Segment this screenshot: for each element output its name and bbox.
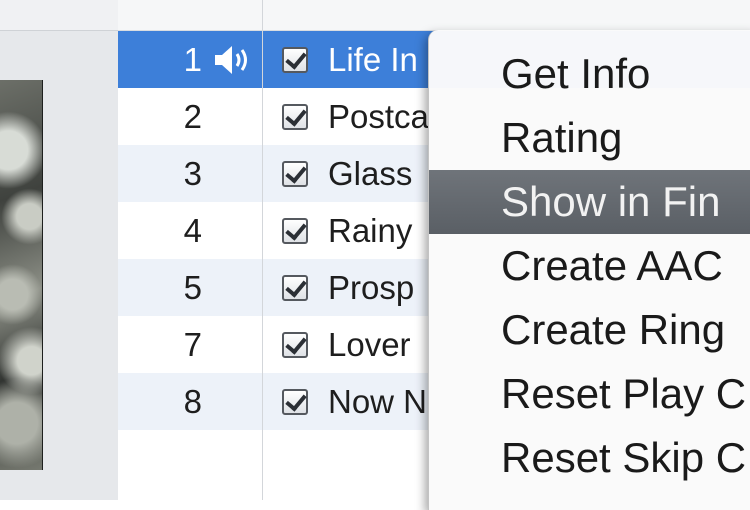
speaker-icon: [215, 45, 247, 74]
track-number: 3: [183, 154, 202, 192]
checkbox-icon[interactable]: [282, 160, 308, 187]
checkbox-icon[interactable]: [282, 274, 308, 301]
menu-item-create-aac[interactable]: Create AAC: [429, 234, 750, 298]
menu-item-label: Reset Play C: [501, 370, 747, 417]
menu-item-label: Show in Fin: [501, 178, 721, 225]
track-number: 4: [183, 211, 202, 249]
track-title: Lover: [328, 325, 411, 363]
menu-item-label: Create AAC: [501, 242, 723, 289]
menu-item-rating[interactable]: Rating: [429, 106, 750, 170]
checkbox-icon[interactable]: [282, 331, 308, 358]
track-number: 2: [183, 97, 202, 135]
track-title: Prosp: [328, 268, 415, 306]
checkbox-icon[interactable]: [282, 46, 308, 73]
track-title: Life In: [328, 40, 418, 78]
context-menu: Get Info Rating Show in Fin Create AAC C…: [428, 30, 750, 510]
column-divider: [262, 0, 263, 500]
track-title: Postca: [328, 97, 429, 135]
checkbox-icon[interactable]: [282, 103, 308, 130]
track-number: 5: [183, 268, 202, 306]
track-number: 7: [183, 325, 202, 363]
menu-item-label: Rating: [501, 114, 623, 161]
menu-item-create-ringtone[interactable]: Create Ring: [429, 298, 750, 362]
menu-item-label: Create Ring: [501, 306, 726, 353]
track-number: 1: [183, 40, 202, 78]
menu-item-reset-play-count[interactable]: Reset Play C: [429, 362, 750, 426]
track-list-header[interactable]: [118, 0, 750, 31]
menu-item-get-info[interactable]: Get Info: [429, 42, 750, 106]
track-number: 8: [183, 382, 202, 420]
checkbox-icon[interactable]: [282, 388, 308, 415]
album-artwork[interactable]: [0, 80, 43, 470]
track-title: Rainy: [328, 211, 413, 249]
menu-item-label: Reset Skip C: [501, 434, 747, 481]
track-title: Now N: [328, 382, 428, 420]
checkbox-icon[interactable]: [282, 217, 308, 244]
menu-item-label: Get Info: [501, 50, 651, 97]
menu-item-reset-skip-count[interactable]: Reset Skip C: [429, 426, 750, 490]
artwork-pane: [0, 0, 119, 500]
track-title: Glass: [328, 154, 413, 192]
artwork-pane-header: [0, 0, 118, 31]
menu-item-show-in-finder[interactable]: Show in Fin: [429, 170, 750, 234]
